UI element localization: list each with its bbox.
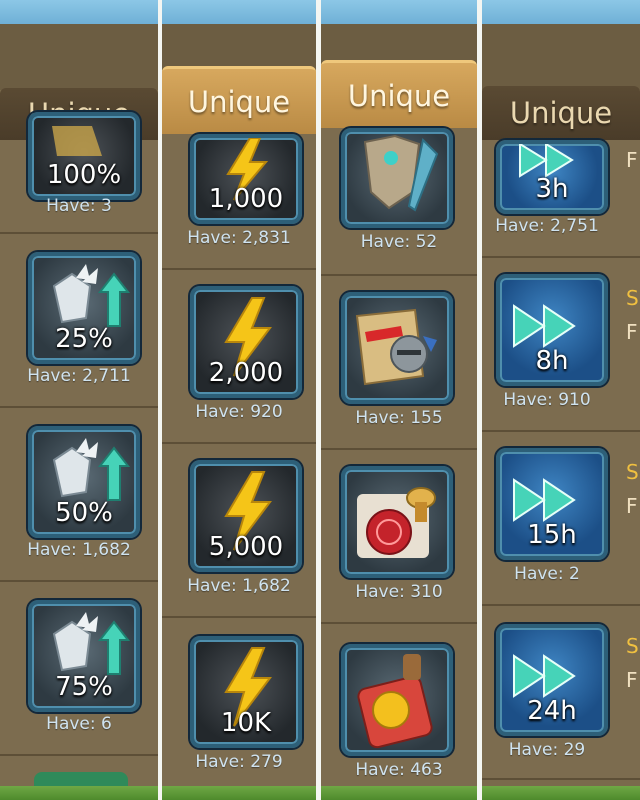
list-item[interactable]: 10K Have: 279	[162, 618, 316, 792]
list-item[interactable]: 2,000 Have: 920	[162, 270, 316, 444]
item-have-count: Have: 3	[46, 196, 112, 216]
speedup-arrows-icon: 24h	[496, 624, 608, 736]
list-item[interactable]: 1,000 Have: 2,831	[162, 134, 316, 270]
scroll-helmet-icon	[341, 292, 453, 404]
list-item[interactable]: Have: 463	[321, 624, 477, 798]
truncated-label: F	[626, 148, 638, 172]
energy-bolt-icon: 1,000	[190, 134, 302, 224]
grass-strip	[321, 786, 477, 800]
gear-boost-icon: 50%	[28, 426, 140, 538]
gear-boost-icon: 75%	[28, 600, 140, 712]
tab-unique[interactable]: Unique	[482, 86, 640, 140]
item-amount: 1,000	[208, 184, 284, 214]
item-amount: 100%	[46, 160, 122, 190]
column-gear-boosts: Unique 100% Have: 3 25% Have: 2,711	[0, 0, 158, 800]
speedup-arrows-icon: 15h	[496, 448, 608, 560]
item-amount: 50%	[55, 498, 113, 528]
item-amount: 24h	[527, 696, 577, 726]
column-energy: Unique 1,000 Have: 2,831 2,000 Have: 920…	[162, 0, 316, 800]
item-have-count: Have: 910	[503, 390, 591, 410]
item-have-count: Have: 6	[46, 714, 112, 734]
item-have-count: Have: 920	[195, 402, 283, 422]
list-item[interactable]: 75% Have: 6	[0, 582, 158, 756]
item-have-count: Have: 279	[195, 752, 283, 772]
truncated-label: S	[626, 460, 639, 484]
energy-bolt-icon: 10K	[190, 636, 302, 748]
truncated-label: F	[626, 668, 638, 692]
item-amount: 2,000	[208, 358, 284, 388]
gear-boost-icon: 25%	[28, 252, 140, 364]
speedup-arrows-icon: 3h	[496, 140, 608, 214]
energy-bolt-icon: 2,000	[190, 286, 302, 398]
item-amount: 8h	[535, 346, 569, 376]
list-item[interactable]: 100% Have: 3	[0, 112, 158, 234]
armor-quill-icon	[341, 128, 453, 228]
sky-strip	[0, 0, 158, 24]
item-have-count: Have: 155	[355, 408, 443, 428]
item-have-count: Have: 310	[355, 582, 443, 602]
list-item[interactable]: 24h Have: 29	[482, 606, 640, 780]
column-materials: Unique Have: 52 Have: 155 Have: 310 Have…	[321, 0, 477, 800]
item-have-count: Have: 2,711	[27, 366, 131, 386]
sky-strip	[321, 0, 477, 24]
column-speedups: Unique 3h Have: 2,751 8h Have: 910 15h H…	[482, 0, 640, 800]
item-have-count: Have: 52	[360, 232, 438, 252]
list-item[interactable]: 15h Have: 2	[482, 432, 640, 606]
list-item[interactable]: 25% Have: 2,711	[0, 234, 158, 408]
sky-strip	[162, 0, 316, 24]
grass-strip	[162, 786, 316, 800]
list-item[interactable]: Have: 310	[321, 450, 477, 624]
item-have-count: Have: 2,751	[495, 216, 599, 236]
gear-boost-icon: 100%	[28, 112, 140, 200]
speedup-arrows-icon: 8h	[496, 274, 608, 386]
item-have-count: Have: 2	[514, 564, 580, 584]
grass-strip	[0, 786, 158, 800]
truncated-label: F	[626, 320, 638, 344]
header-strip	[482, 24, 640, 90]
item-amount: 75%	[55, 672, 113, 702]
gold-seal-bottle-icon	[341, 644, 453, 756]
item-amount: 25%	[55, 324, 113, 354]
truncated-label: F	[626, 494, 638, 518]
tab-unique[interactable]: Unique	[321, 60, 477, 129]
truncated-label: S	[626, 286, 639, 310]
list-item[interactable]: 5,000 Have: 1,682	[162, 444, 316, 618]
sky-strip	[482, 0, 640, 24]
item-amount: 3h	[535, 174, 569, 204]
list-item[interactable]: Have: 155	[321, 276, 477, 450]
item-have-count: Have: 1,682	[187, 576, 291, 596]
energy-bolt-icon: 5,000	[190, 460, 302, 572]
truncated-label: S	[626, 634, 639, 658]
wax-seal-icon	[341, 466, 453, 578]
header-strip	[0, 24, 158, 90]
item-amount: 10K	[220, 708, 272, 738]
tab-unique[interactable]: Unique	[162, 66, 316, 135]
item-have-count: Have: 463	[355, 760, 443, 780]
item-amount: 15h	[527, 520, 577, 550]
list-item[interactable]: Have: 52	[321, 128, 477, 276]
grass-strip	[482, 786, 640, 800]
item-have-count: Have: 2,831	[187, 228, 291, 248]
item-amount: 5,000	[208, 532, 284, 562]
list-item[interactable]: 50% Have: 1,682	[0, 408, 158, 582]
list-item[interactable]: 3h Have: 2,751	[482, 140, 640, 258]
item-have-count: Have: 29	[508, 740, 586, 760]
item-have-count: Have: 1,682	[27, 540, 131, 560]
list-item[interactable]: 8h Have: 910	[482, 258, 640, 432]
